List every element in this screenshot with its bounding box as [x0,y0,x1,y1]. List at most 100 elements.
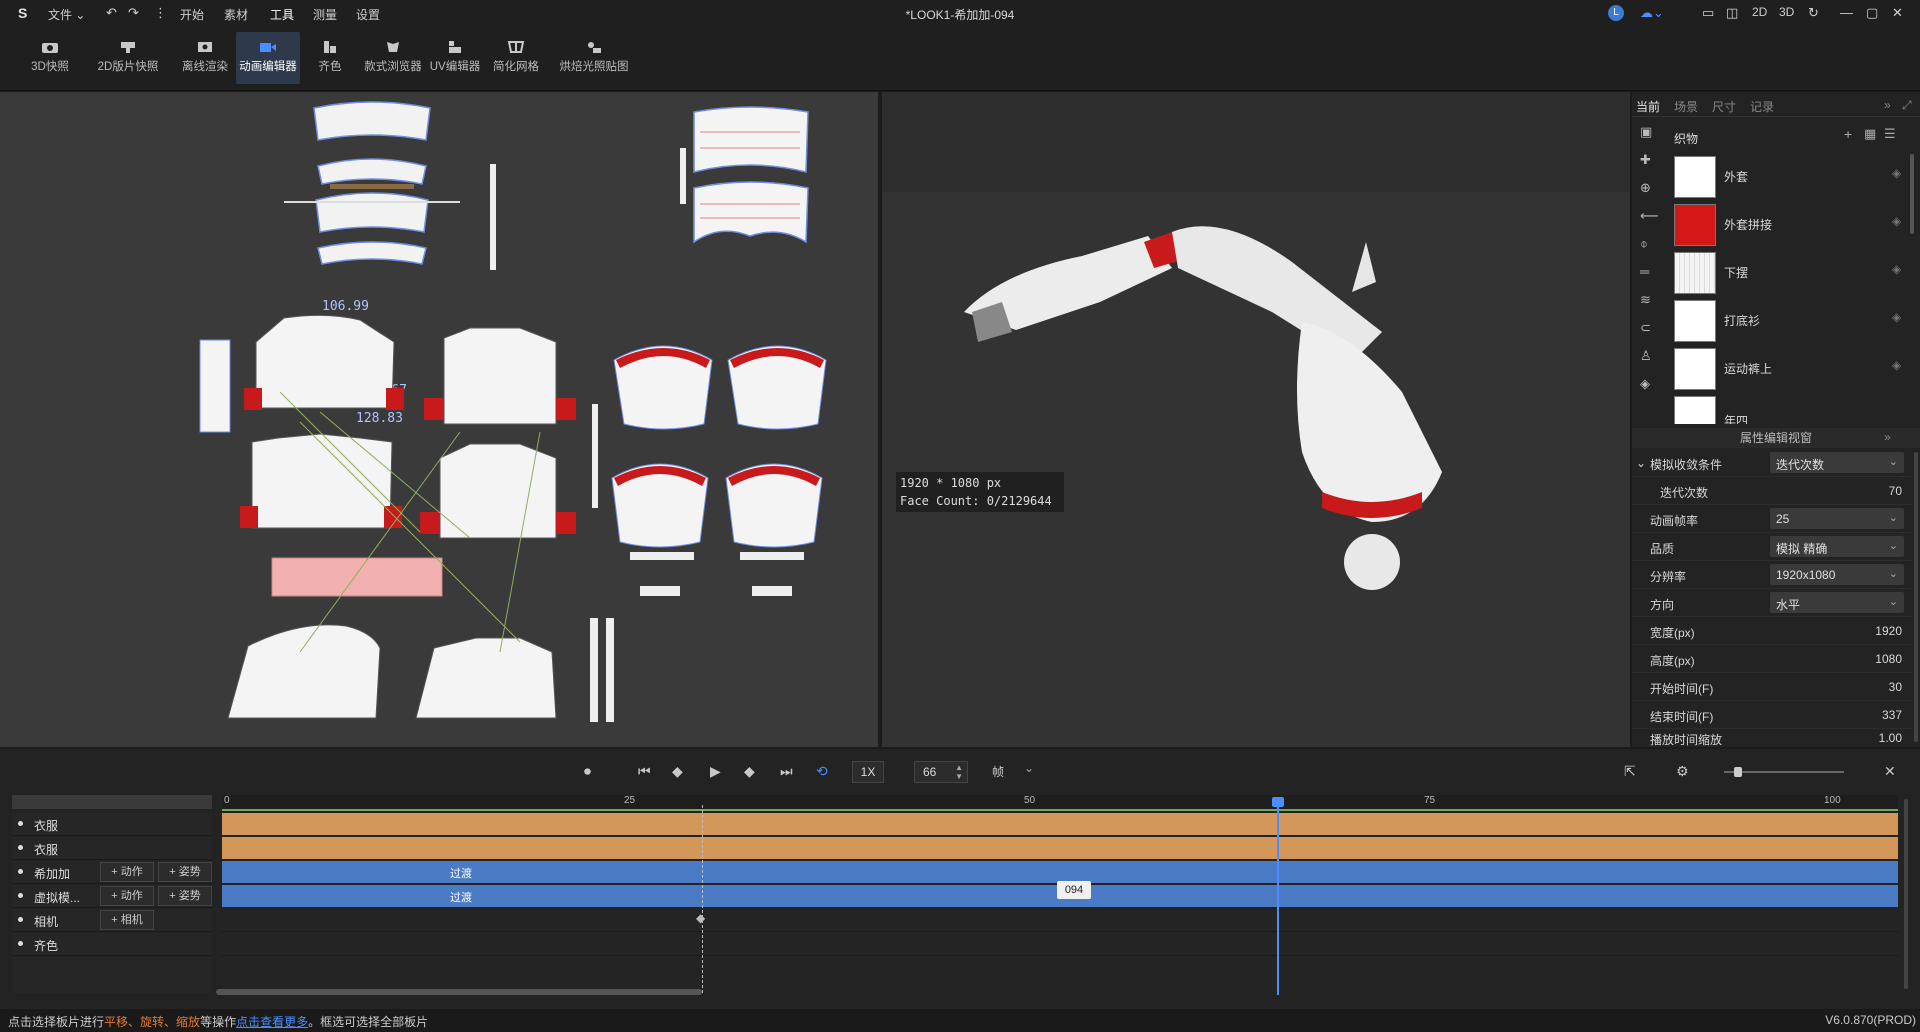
property-scrollbar[interactable] [1914,452,1918,742]
track-clothing[interactable]: 衣服 [12,813,212,836]
collapse-icon[interactable]: » [1884,430,1891,444]
collapse-icon[interactable]: » [1884,98,1891,112]
prev-key-icon[interactable]: ◆ [672,763,683,780]
add-fabric-icon[interactable]: + [1844,126,1852,142]
more-icon[interactable]: ⋮ [154,5,167,21]
fabric-scrollbar[interactable] [1910,154,1914,234]
cube-icon[interactable]: ◈ [1640,376,1658,404]
track-clothing[interactable]: 衣服 [12,837,212,860]
track-avatar[interactable]: 虚拟模... + 动作 + 姿势 [12,885,212,908]
menu-tools[interactable]: 工具 [270,6,294,23]
track-camera[interactable]: 相机 + 相机 [12,909,212,932]
loop-icon[interactable]: ⟲ [816,763,828,780]
end-time-value[interactable]: 337 [1882,708,1902,722]
height-value[interactable]: 1080 [1875,652,1902,666]
tool-colorway[interactable]: 齐色 [312,32,348,84]
timeline-ruler[interactable]: 0 25 50 75 100 [222,795,1898,811]
add-camera-button[interactable]: + 相机 [100,910,154,930]
fabric-icon[interactable]: ▣ [1640,124,1658,152]
export-icon[interactable]: ⇱ [1624,763,1636,780]
start-time-value[interactable]: 30 [1889,680,1902,694]
quality-select[interactable]: 模拟 精确 ⌄ [1770,536,1904,557]
playhead[interactable] [1272,797,1284,995]
tab-current[interactable]: 当前 [1636,98,1660,115]
zoom-slider-handle[interactable] [1734,767,1742,777]
layer-icon[interactable]: ◈ [1892,214,1904,228]
timeline-vertical-scrollbar[interactable] [1904,799,1908,989]
layer-icon[interactable]: ◈ [1892,262,1904,276]
track-colorway[interactable]: 齐色 [12,933,212,956]
resolution-select[interactable]: 1920x1080 ⌄ [1770,564,1904,585]
layer-icon[interactable]: ◈ [1892,166,1904,180]
trim-icon[interactable]: ═ [1640,264,1658,292]
menu-settings[interactable]: 设置 [356,6,380,23]
keyframe-diamond[interactable]: ◆ [696,911,705,925]
add-motion-button[interactable]: + 动作 [100,862,154,882]
menu-measure[interactable]: 测量 [313,6,337,23]
refresh-icon[interactable]: ↻ [1808,5,1819,21]
topstitch-icon[interactable]: ⟵ [1640,208,1659,236]
close-window-icon[interactable]: ✕ [1892,5,1903,21]
menu-file[interactable]: 文件 ⌄ [48,6,85,23]
list-view-icon[interactable]: ☰ [1884,126,1896,142]
chevron-down-icon[interactable]: ⌄ [1636,456,1646,470]
tab-scene[interactable]: 场景 [1674,98,1698,115]
skip-end-icon[interactable]: ⏭ [780,763,793,780]
fabric-item[interactable]: 打底衫 ◈ [1674,298,1914,342]
settings-icon[interactable]: ⚙ [1676,763,1689,780]
learn-more-link[interactable]: 点击查看更多 [236,1015,308,1029]
orientation-select[interactable]: 水平 ⌄ [1770,592,1904,613]
frame-rate-select[interactable]: 25 ⌄ [1770,508,1904,529]
pattern-window-2d[interactable]: ⌄ ⁜ ▦ ▩ N A ◧ ⌟ ⌂ ⌂ ▬ ◩ ⌂ ⤢ [0,92,878,747]
next-key-icon[interactable]: ◆ [744,763,755,780]
playback-scale-value[interactable]: 1.00 [1879,731,1902,745]
expand-icon[interactable]: ⤢ [1902,98,1912,113]
graphic-icon[interactable]: ⊕ [1640,180,1658,208]
add-pose-button[interactable]: + 姿势 [158,886,212,906]
colorway-track-area[interactable] [222,933,1898,956]
timeline-scrollbar[interactable] [216,989,702,995]
tool-offline-render[interactable]: 离线渲染 [178,32,232,84]
chevron-down-icon[interactable]: ⌄ [1024,761,1034,775]
tool-simplify-mesh[interactable]: 简化网格 [490,32,542,84]
width-value[interactable]: 1920 [1875,624,1902,638]
avatar-icon[interactable]: ♙ [1640,348,1658,376]
layer-icon[interactable]: ◈ [1892,358,1904,372]
cloud-icon[interactable]: ☁⌄ [1640,5,1664,21]
iterations-value[interactable]: 70 [1889,484,1902,498]
grid-view-icon[interactable]: ▦ [1864,126,1876,142]
tool-2d-snapshot[interactable]: 2D版片快照 [90,32,166,84]
add-pose-button[interactable]: + 姿势 [158,862,212,882]
fabric-item[interactable]: 外套 ◈ [1674,154,1914,198]
view-3d-button[interactable]: 3D [1779,5,1794,19]
tool-style-browser[interactable]: 款式浏览器 [360,32,426,84]
fabric-item[interactable]: 运动裤上 ◈ [1674,346,1914,390]
fabric-item[interactable]: 年四 [1674,394,1914,424]
layer-icon[interactable]: ◈ [1892,310,1904,324]
button-icon[interactable]: ✚ [1640,152,1658,180]
pleat-icon[interactable]: ≋ [1640,292,1658,320]
split-view-icon[interactable]: ◫ [1726,5,1738,21]
tool-uv-editor[interactable]: UV编辑器 [428,32,482,84]
camera-track-area[interactable]: ◆ [222,909,1898,932]
frame-input[interactable]: 66 ▲ ▼ [914,761,968,783]
clothing-clip[interactable] [222,837,1898,859]
viewport-3d[interactable]: ⌄ ♙ ♙ ♙ ♙ ⁜ ◧ ▩ ▦ ⤓ ♙ ♙ ⌂ ⌂ ⌂ ⤢ 1920 * 1… [882,92,1630,747]
clip-tag[interactable]: 094 [1057,881,1091,899]
tab-history[interactable]: 记录 [1750,98,1774,115]
add-motion-button[interactable]: + 动作 [100,886,154,906]
convergence-select[interactable]: 迭代次数 ⌄ [1770,452,1904,473]
record-icon[interactable]: ⏺ [584,763,591,780]
minimize-icon[interactable]: — [1840,5,1853,20]
view-2d-button[interactable]: 2D [1752,5,1767,19]
layout-icon[interactable]: ▭ [1702,5,1714,21]
play-icon[interactable]: ▶ [710,763,721,780]
zoom-slider[interactable] [1724,767,1844,777]
fabric-item[interactable]: 外套拼接 ◈ [1674,202,1914,246]
maximize-icon[interactable]: ▢ [1866,5,1878,21]
close-icon[interactable]: ✕ [1884,763,1896,780]
undo-icon[interactable]: ↶ [106,5,117,21]
tab-size[interactable]: 尺寸 [1712,98,1736,115]
menu-start[interactable]: 开始 [180,6,204,23]
zipper-icon[interactable]: ⌽ [1640,236,1658,264]
